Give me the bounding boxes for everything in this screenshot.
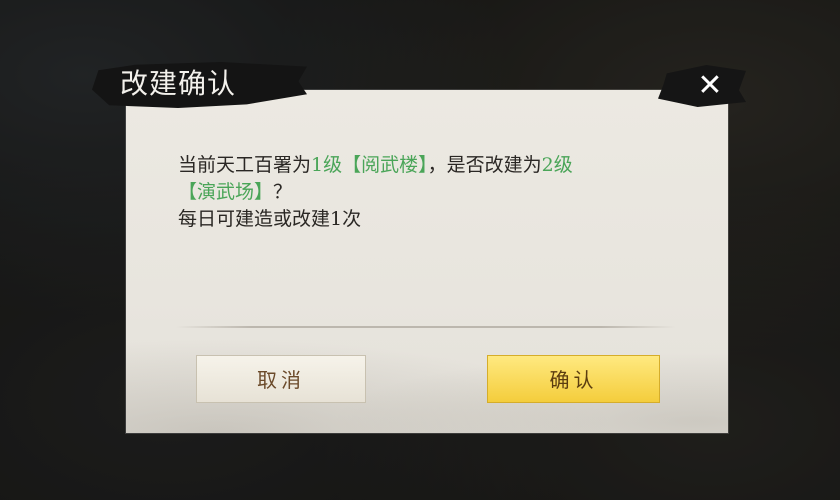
dialog-message: 当前天工百署为1级【阅武楼】，是否改建为2级 【演武场】？ 每日可建造或改建1次 <box>178 152 678 233</box>
dialog-title: 改建确认 <box>120 67 237 100</box>
question-mark: ？ <box>273 181 293 203</box>
cancel-button[interactable]: 取消 <box>196 355 366 403</box>
message-text: 当前天工百署为 <box>178 154 312 176</box>
daily-limit-note: 每日可建造或改建1次 <box>178 208 362 230</box>
message-line-2: 【演武场】？ <box>178 179 678 206</box>
message-text: ，是否改建为 <box>427 154 542 176</box>
confirm-button[interactable]: 确认 <box>487 355 660 403</box>
target-building: 【演武场】 <box>178 181 274 203</box>
message-line-1: 当前天工百署为1级【阅武楼】，是否改建为2级 <box>178 152 678 179</box>
current-building: 1级【阅武楼】 <box>311 154 428 176</box>
divider <box>176 326 676 328</box>
close-icon[interactable]: ✕ <box>690 68 730 104</box>
target-level: 2级 <box>541 154 573 176</box>
